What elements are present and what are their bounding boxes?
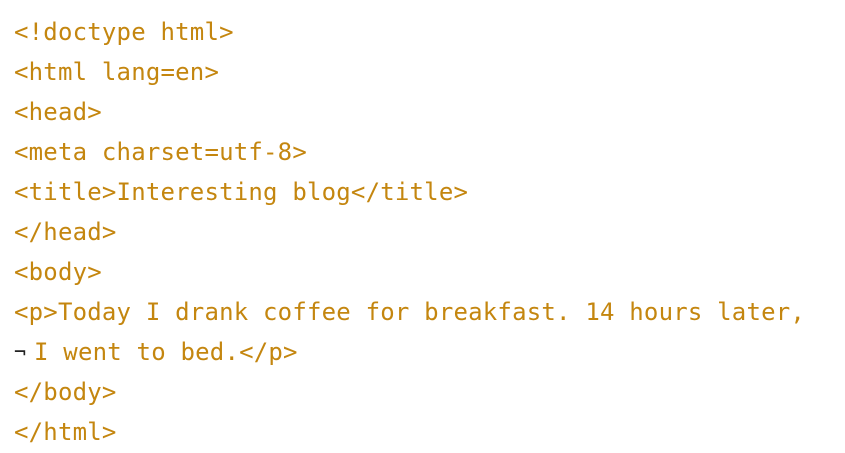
- code-line-html-open: <html lang=en>: [14, 58, 220, 86]
- line-wrap-marker-icon: ¬: [14, 340, 27, 364]
- code-line-paragraph-continuation: ¬ I went to bed.</p>: [14, 332, 845, 372]
- code-line-body-open: <body>: [14, 258, 102, 286]
- code-line-meta: <meta charset=utf-8>: [14, 138, 307, 166]
- code-view: <!doctype html> <html lang=en> <head> <m…: [0, 0, 845, 453]
- code-line-body-close: </body>: [14, 378, 117, 406]
- code-line-paragraph-end: I went to bed.</p>: [34, 338, 298, 366]
- code-line-doctype: <!doctype html>: [14, 18, 234, 46]
- code-line-paragraph-start: <p>Today I drank coffee for breakfast. 1…: [14, 298, 806, 326]
- code-line-title: <title>Interesting blog</title>: [14, 178, 469, 206]
- code-line-html-close: </html>: [14, 418, 117, 446]
- code-line-head-close: </head>: [14, 218, 117, 246]
- code-line-head-open: <head>: [14, 98, 102, 126]
